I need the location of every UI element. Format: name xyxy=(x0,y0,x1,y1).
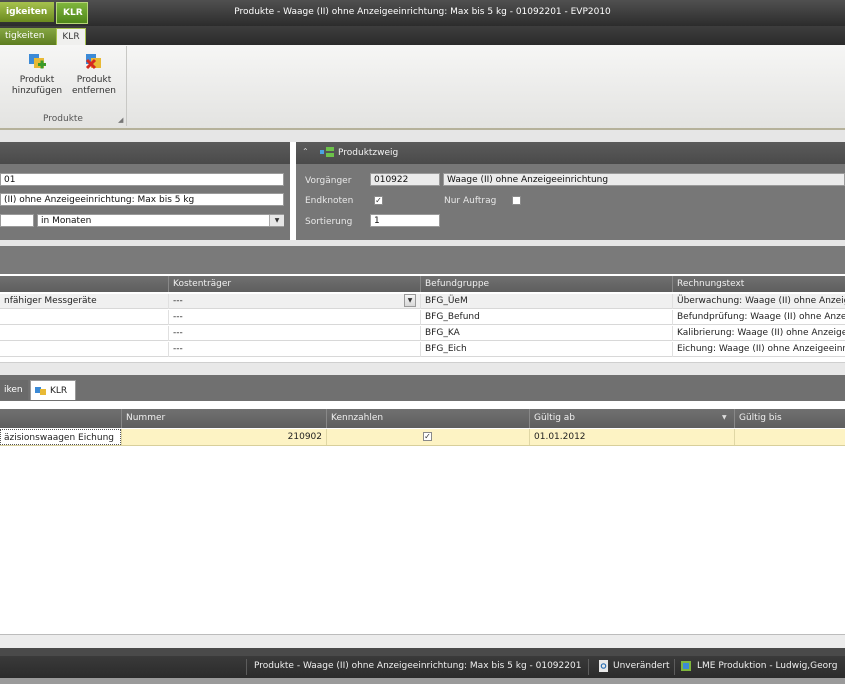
table-cell: BFG_Befund xyxy=(420,310,672,325)
statusbar-bottom xyxy=(0,678,845,684)
sortierung-field[interactable]: 1 xyxy=(370,214,440,227)
add-product-icon xyxy=(29,54,46,69)
separator xyxy=(0,635,845,648)
sort-chevron-icon[interactable]: ▼ xyxy=(722,414,727,421)
product-branch-icon xyxy=(320,147,334,157)
table-cell xyxy=(734,429,845,445)
klr-icon xyxy=(35,386,46,395)
table-cell: 01.01.2012 xyxy=(529,429,734,445)
status-separator xyxy=(674,659,675,675)
grid2-column-header-kennzahlen[interactable]: Kennzahlen xyxy=(326,409,529,428)
table-cell: --- xyxy=(168,326,420,341)
nur-auftrag-label: Nur Auftrag xyxy=(444,196,497,206)
period-unit-select[interactable]: in Monaten xyxy=(37,214,284,227)
vorgaenger-label: Vorgänger xyxy=(305,176,352,186)
collapse-chevron-icon[interactable]: ⌃ xyxy=(302,147,309,156)
table-cell: --- xyxy=(168,310,420,325)
ribbon-tab-klr[interactable]: KLR xyxy=(56,28,86,46)
nur-auftrag-checkbox[interactable] xyxy=(512,196,521,205)
sortierung-label: Sortierung xyxy=(305,217,353,227)
grid2-column-header-gueltig-ab[interactable]: Gültig ab xyxy=(529,409,734,428)
database-icon xyxy=(681,661,691,671)
table-cell xyxy=(0,342,168,357)
document-icon xyxy=(599,660,608,672)
table-cell: nfähiger Messgeräte xyxy=(4,296,97,306)
product-detail-header xyxy=(0,142,290,164)
ribbon-tab-taetigkeiten[interactable]: tigkeiten xyxy=(0,28,56,45)
grid2-column-header-nummer[interactable]: Nummer xyxy=(121,409,326,428)
kennzahlen-cell: ✓ xyxy=(326,429,529,445)
chevron-down-icon[interactable]: ▼ xyxy=(269,215,284,226)
status-state: Unverändert xyxy=(613,661,670,671)
lower-tab-bar xyxy=(0,375,845,401)
tab-klr-label: KLR xyxy=(50,386,68,396)
section-band xyxy=(0,246,845,274)
status-user: LME Produktion - Ludwig,Georg xyxy=(697,661,838,671)
table-cell xyxy=(0,310,168,325)
remove-product-icon xyxy=(85,54,101,70)
add-product-button[interactable]: Produkt hinzufügen xyxy=(9,52,65,108)
remove-product-button[interactable]: Produkt entfernen xyxy=(66,52,122,108)
status-separator xyxy=(588,659,589,675)
table-cell: Eichung: Waage (II) ohne Anzeigeeinr xyxy=(672,342,845,357)
vorgaenger-name-field[interactable]: Waage (II) ohne Anzeigeeinrichtung xyxy=(443,173,845,186)
table-cell xyxy=(0,326,168,341)
table-cell: --- xyxy=(168,342,420,357)
product-code-field[interactable]: 01 xyxy=(0,173,284,186)
grid1-column-header[interactable] xyxy=(0,276,168,292)
dialog-launcher-icon[interactable]: ◢ xyxy=(118,116,123,124)
grid2-column-header-gueltig-bis[interactable]: Gültig bis xyxy=(734,409,845,428)
table-cell: BFG_KA xyxy=(420,326,672,341)
chevron-down-icon[interactable]: ▼ xyxy=(404,294,416,307)
window-title: Produkte - Waage (II) ohne Anzeigeeinric… xyxy=(234,7,611,17)
table-cell: Befundprüfung: Waage (II) ohne Anze xyxy=(672,310,845,325)
kennzahlen-checkbox[interactable]: ✓ xyxy=(423,432,432,441)
grid1-column-header-rechnungstext[interactable]: Rechnungstext xyxy=(672,276,845,292)
statusbar-top xyxy=(0,648,845,656)
grid1-column-header-befundgruppe[interactable]: Befundgruppe xyxy=(420,276,672,292)
table-cell: BFG_ÜeM xyxy=(420,294,672,309)
grid2-column-header[interactable] xyxy=(0,409,121,428)
remove-product-label: Produkt entfernen xyxy=(72,75,116,96)
table-cell: Kalibrierung: Waage (II) ohne Anzeige xyxy=(672,326,845,341)
table-cell: Überwachung: Waage (II) ohne Anzeig xyxy=(672,294,845,309)
period-unit-value: in Monaten xyxy=(41,216,92,226)
vorgaenger-code-field[interactable]: 010922 xyxy=(370,173,440,186)
ribbon-tab-bar xyxy=(0,26,845,45)
separator xyxy=(0,130,845,142)
status-context: Produkte - Waage (II) ohne Anzeigeeinric… xyxy=(254,661,582,671)
status-separator xyxy=(246,659,247,675)
table-cell[interactable]: äzisionswaagen Eichung xyxy=(0,429,121,445)
endknoten-label: Endknoten xyxy=(305,196,354,206)
table-cell: 210902 xyxy=(121,429,326,445)
ribbon-group-label: Produkte xyxy=(43,114,83,124)
tab-kennzahlen[interactable]: iken xyxy=(0,380,28,400)
splitter[interactable] xyxy=(0,362,845,375)
tab-klr[interactable]: KLR xyxy=(30,380,76,400)
table-cell: BFG_Eich xyxy=(420,342,672,357)
add-product-label: Produkt hinzufügen xyxy=(11,75,63,96)
product-name-field[interactable]: (II) ohne Anzeigeeinrichtung: Max bis 5 … xyxy=(0,193,284,206)
kostentraeger-select[interactable]: --- xyxy=(168,294,420,309)
product-branch-title: Produktzweig xyxy=(338,148,399,158)
grid1-column-header-kostentraeger[interactable]: Kostenträger xyxy=(168,276,420,292)
period-field[interactable] xyxy=(0,214,34,227)
endknoten-checkbox[interactable]: ✓ xyxy=(374,196,383,205)
